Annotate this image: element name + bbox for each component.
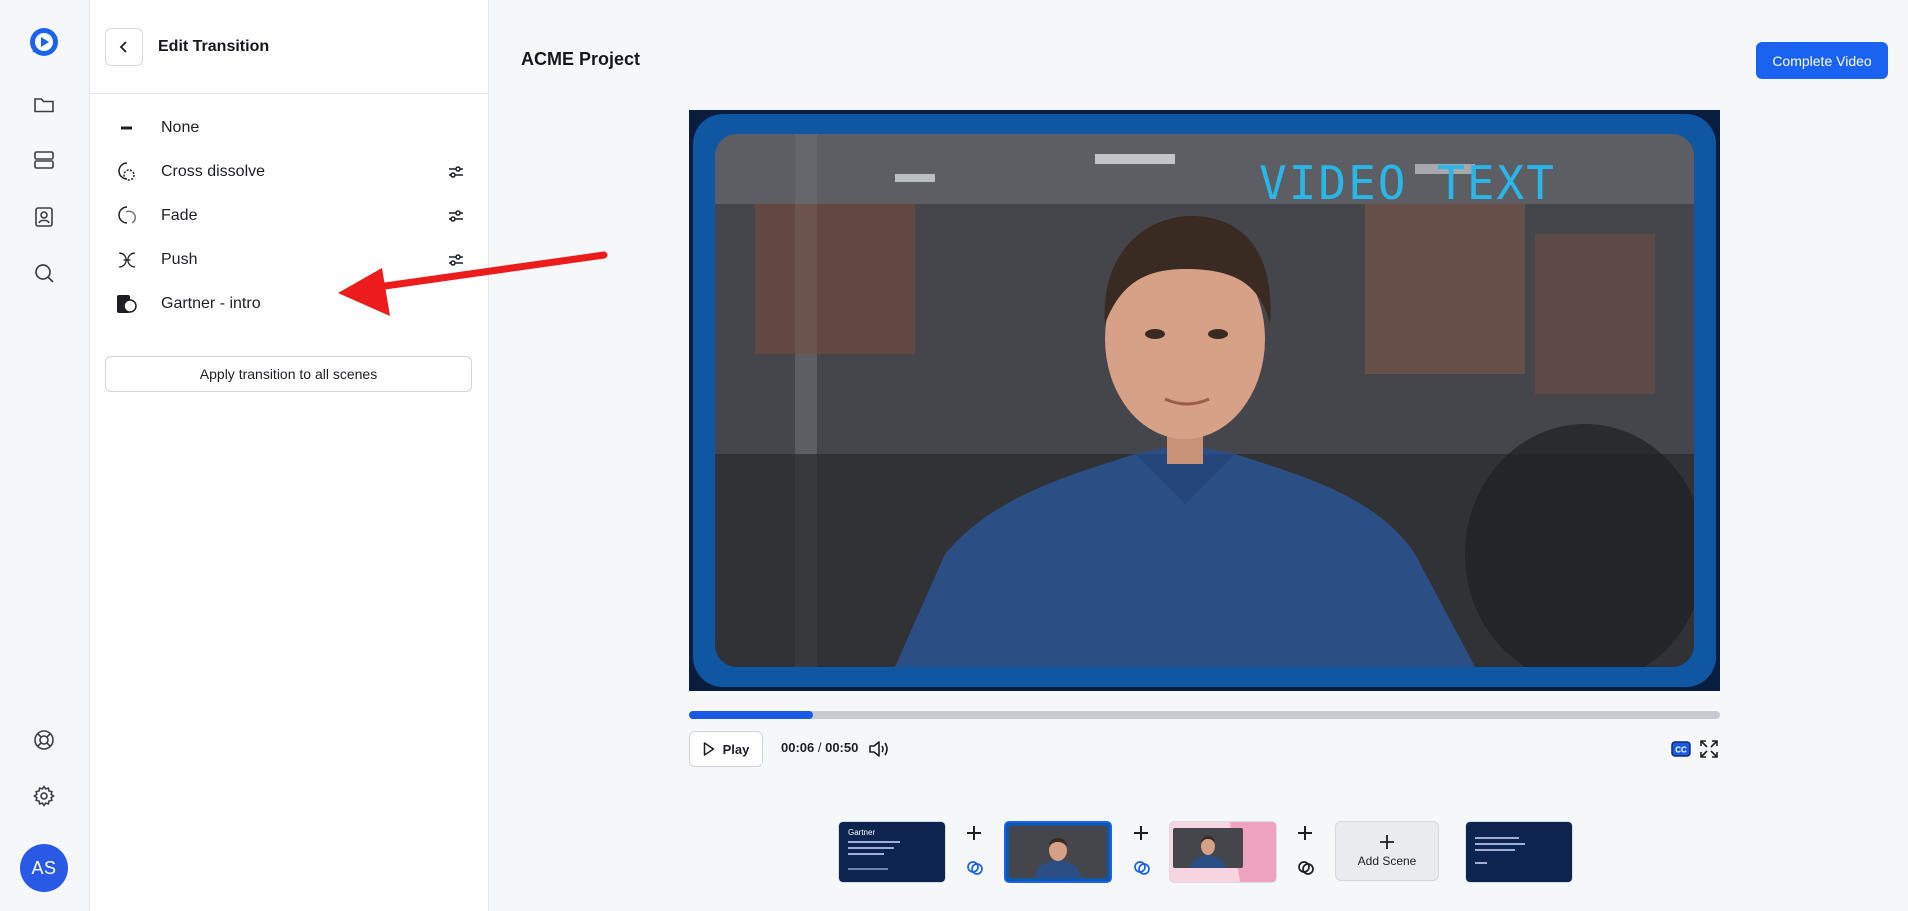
scene-thumbnail-title: Gartner — [848, 828, 876, 837]
time-current: 00:06 — [781, 740, 815, 755]
folder-icon[interactable] — [28, 89, 60, 121]
add-scene-label: Add Scene — [1357, 854, 1417, 868]
custom-transition-icon — [114, 291, 140, 317]
play-label: Play — [722, 741, 750, 757]
server-icon[interactable] — [28, 144, 60, 176]
complete-video-button[interactable]: Complete Video — [1756, 42, 1888, 79]
svg-text:CC: CC — [1675, 746, 1687, 755]
panel-header: Edit Transition — [90, 0, 488, 94]
time-display: 00:06 / 00:50 — [781, 740, 858, 755]
chevron-left-icon — [119, 40, 127, 53]
thumbnail-text-line — [1475, 862, 1487, 864]
add-transition-plus-icon[interactable] — [1129, 821, 1153, 845]
avatar[interactable]: AS — [20, 844, 68, 892]
progress-bar[interactable] — [689, 711, 1720, 719]
plus-icon — [1380, 835, 1394, 849]
thumbnail-text-line — [848, 847, 894, 849]
video-frame: VIDEO TEXT — [693, 114, 1716, 687]
logo-icon[interactable] — [28, 26, 60, 58]
edit-transition-panel: Edit Transition None Cross dissolve Fade… — [90, 0, 489, 911]
minus-icon — [114, 115, 140, 141]
play-button[interactable]: Play — [689, 731, 763, 767]
transition-list: None Cross dissolve Fade Push Gartner - … — [90, 94, 488, 326]
volume-icon[interactable] — [867, 737, 891, 761]
sliders-icon[interactable] — [446, 162, 466, 182]
transition-label: None — [161, 119, 200, 136]
presenter-thumbnail — [1006, 823, 1110, 881]
presenter-image — [715, 134, 1694, 667]
transition-label: Gartner - intro — [161, 295, 261, 312]
video-content: VIDEO TEXT — [715, 134, 1694, 667]
transition-label: Cross dissolve — [161, 163, 266, 180]
help-icon[interactable] — [28, 724, 60, 756]
back-button[interactable] — [105, 27, 143, 66]
link-icon[interactable] — [1131, 857, 1153, 879]
cross-dissolve-icon — [114, 159, 140, 185]
contact-icon[interactable] — [28, 201, 60, 233]
thumbnail-text-line — [1475, 849, 1515, 851]
transition-item-fade[interactable]: Fade — [90, 194, 488, 238]
transition-item-cross-dissolve[interactable]: Cross dissolve — [90, 150, 488, 194]
transition-item-none[interactable]: None — [90, 106, 488, 150]
thumbnail-text-line — [848, 853, 884, 855]
transition-label: Push — [161, 251, 198, 268]
thumbnail-text-line — [848, 841, 900, 843]
push-icon — [114, 247, 140, 273]
gear-icon[interactable] — [28, 780, 60, 812]
thumbnail-text-line — [1475, 837, 1519, 839]
app-window: AS Edit Transition None Cross dissolve F… — [0, 0, 1908, 911]
panel-title: Edit Transition — [158, 37, 270, 55]
video-overlay-text: VIDEO TEXT — [1259, 156, 1556, 210]
link-icon[interactable] — [964, 857, 986, 879]
link-icon[interactable] — [1295, 857, 1317, 879]
thumbnail-text-line — [848, 868, 888, 870]
scene-thumbnail-2[interactable] — [1004, 821, 1112, 883]
time-total: 00:50 — [825, 740, 859, 755]
thumbnail-text-line — [1475, 843, 1525, 845]
play-icon — [703, 742, 714, 756]
scene-thumbnail-1[interactable]: Gartner — [838, 821, 946, 883]
video-preview[interactable]: VIDEO TEXT — [689, 110, 1720, 691]
add-transition-plus-icon[interactable] — [962, 821, 986, 845]
transition-label: Fade — [161, 207, 198, 224]
sliders-icon[interactable] — [446, 250, 466, 270]
fullscreen-icon[interactable] — [1697, 737, 1721, 761]
fade-icon — [114, 203, 140, 229]
presenter-thumbnail — [1170, 822, 1276, 882]
sliders-icon[interactable] — [446, 206, 466, 226]
captions-icon[interactable]: CC — [1669, 737, 1693, 761]
search-icon[interactable] — [28, 257, 60, 289]
scene-thumbnail-3[interactable] — [1169, 821, 1277, 883]
time-separator: / — [814, 740, 826, 755]
add-scene-button[interactable]: Add Scene — [1335, 821, 1439, 881]
add-transition-plus-icon[interactable] — [1293, 821, 1317, 845]
project-title: ACME Project — [521, 49, 641, 69]
scene-thumbnail-end[interactable] — [1465, 821, 1573, 883]
transition-item-push[interactable]: Push — [90, 238, 488, 282]
left-rail: AS — [0, 0, 90, 911]
apply-to-all-button[interactable]: Apply transition to all scenes — [105, 356, 472, 392]
progress-fill — [689, 711, 813, 719]
transition-item-gartner-intro[interactable]: Gartner - intro — [90, 282, 488, 326]
